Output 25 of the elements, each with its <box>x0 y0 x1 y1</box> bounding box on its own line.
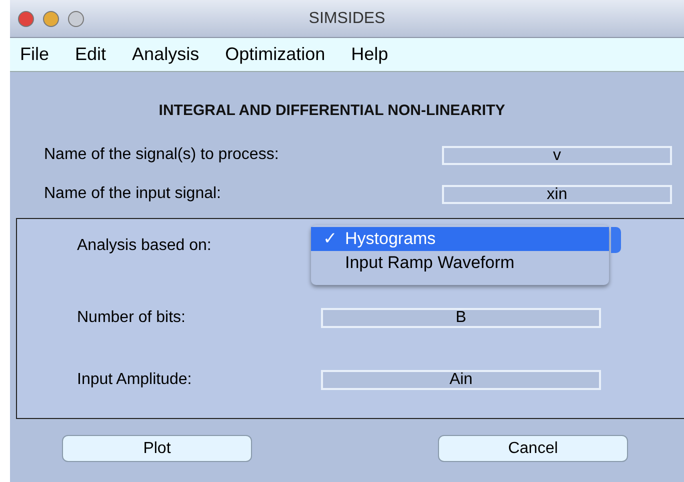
menu-item[interactable]: Optimization <box>225 41 326 68</box>
input-field[interactable]: B <box>321 308 601 328</box>
field-label: Name of the input signal: <box>44 184 221 204</box>
menu-item[interactable]: Edit <box>75 41 106 68</box>
menu-item[interactable]: Help <box>351 41 388 68</box>
dialog-heading: INTEGRAL AND DIFFERENTIAL NON-LINEARITY <box>158 100 506 120</box>
close-icon[interactable] <box>18 11 34 27</box>
dropdown-option[interactable]: Input Ramp Waveform <box>311 251 609 275</box>
checkmark-icon: ✓ <box>323 229 337 248</box>
menu-item[interactable]: File <box>20 41 50 68</box>
dialog-button[interactable]: Cancel <box>438 435 628 462</box>
input-field[interactable]: v <box>442 146 672 164</box>
input-field[interactable]: Ain <box>321 370 601 390</box>
field-label: Input Amplitude: <box>77 370 193 390</box>
menu-item[interactable]: Analysis <box>132 41 200 68</box>
field-label: Name of the signal(s) to process: <box>44 145 279 165</box>
popup-button[interactable] <box>611 227 621 253</box>
dialog-button[interactable]: Plot <box>62 435 252 462</box>
field-label: Number of bits: <box>77 308 186 328</box>
minimize-icon[interactable] <box>43 11 59 27</box>
input-field[interactable]: xin <box>442 184 672 204</box>
dropdown-option[interactable]: ✓ Hystograms <box>311 227 609 251</box>
window-title: SIMSIDES <box>308 8 386 28</box>
zoom-icon[interactable] <box>68 11 84 27</box>
field-label: Analysis based on: <box>77 236 212 256</box>
